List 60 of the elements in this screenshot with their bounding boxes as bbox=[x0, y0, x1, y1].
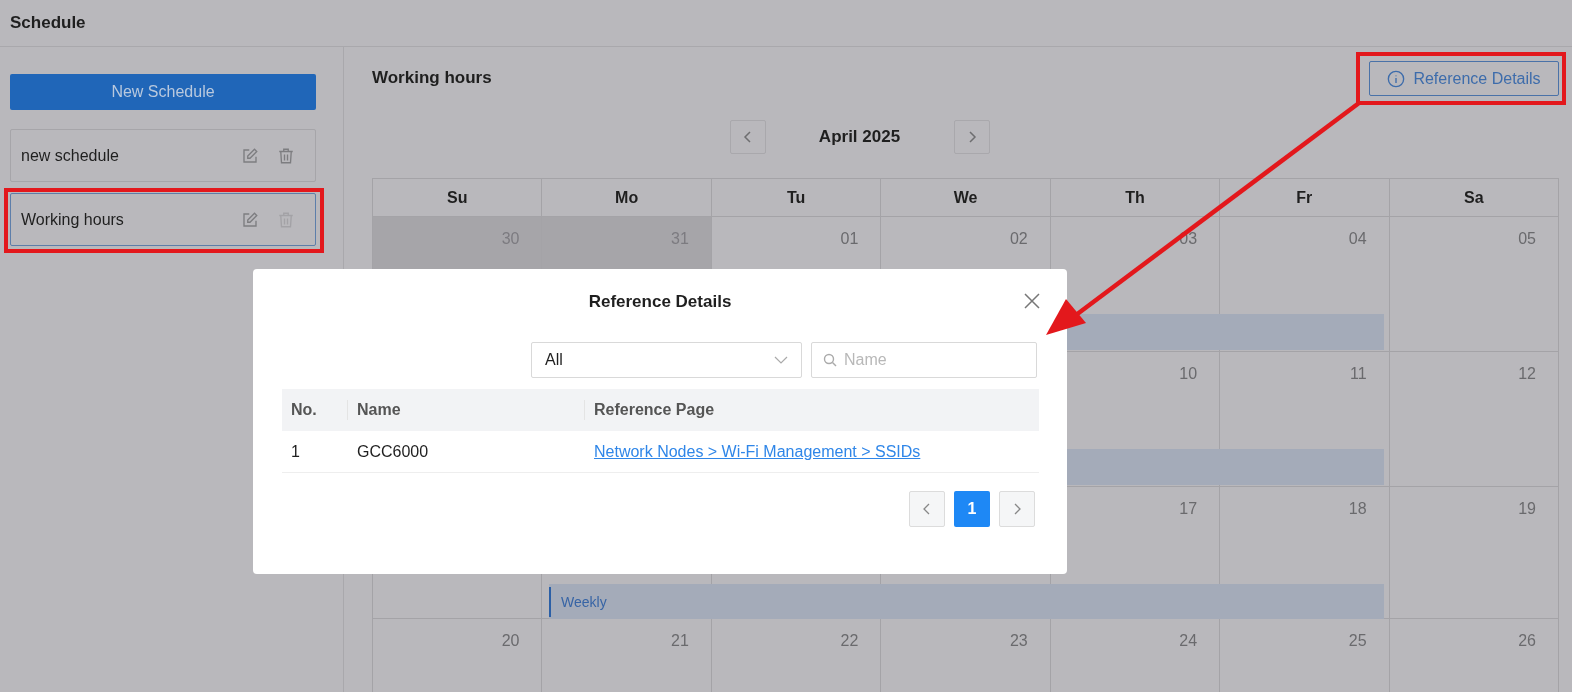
column-header: Name bbox=[357, 400, 401, 420]
day-cell[interactable]: 22 bbox=[711, 619, 882, 692]
weekday-header: Th bbox=[1125, 187, 1145, 208]
day-number: 10 bbox=[1179, 364, 1198, 382]
day-number: 24 bbox=[1179, 631, 1198, 649]
column-header: No. bbox=[291, 400, 317, 420]
event-label: Weekly bbox=[549, 587, 607, 617]
day-cell[interactable]: 23 bbox=[881, 619, 1051, 692]
chevron-left-icon bbox=[741, 131, 754, 143]
trash-icon[interactable] bbox=[277, 146, 295, 165]
search-field[interactable]: Name bbox=[811, 342, 1037, 378]
weekday-header: Su bbox=[447, 187, 468, 208]
month-label: April 2025 bbox=[817, 126, 902, 149]
search-icon bbox=[823, 353, 837, 367]
day-number: 02 bbox=[1009, 229, 1028, 247]
day-number: 26 bbox=[1518, 631, 1536, 649]
day-number: 19 bbox=[1518, 499, 1536, 517]
day-number: 25 bbox=[1348, 631, 1367, 649]
schedule-name: Working hours bbox=[21, 209, 125, 230]
day-cell[interactable]: 24 bbox=[1050, 619, 1221, 692]
chevron-left-icon bbox=[922, 503, 932, 515]
new-schedule-button[interactable]: New Schedule bbox=[10, 74, 316, 110]
day-number: 12 bbox=[1518, 364, 1536, 382]
schedule-title: Working hours bbox=[372, 67, 492, 89]
day-number: 18 bbox=[1348, 499, 1367, 517]
day-number: 23 bbox=[1009, 631, 1028, 649]
close-button[interactable] bbox=[1022, 291, 1042, 311]
chevron-down-icon bbox=[774, 356, 788, 364]
next-page-button[interactable] bbox=[999, 491, 1035, 527]
filter-select[interactable]: All bbox=[531, 342, 802, 378]
previous-page-button[interactable] bbox=[909, 491, 945, 527]
day-number: 01 bbox=[840, 229, 859, 247]
edit-icon[interactable] bbox=[241, 146, 259, 165]
page-title: Schedule bbox=[10, 12, 86, 35]
schedule-name: new schedule bbox=[21, 145, 120, 166]
device-name: GCC6000 bbox=[356, 441, 430, 462]
day-number: 17 bbox=[1179, 499, 1198, 517]
day-number: 22 bbox=[840, 631, 859, 649]
day-number: 11 bbox=[1349, 364, 1367, 382]
weekday-header: Mo bbox=[615, 187, 639, 208]
page-button[interactable]: 1 bbox=[954, 491, 990, 527]
row-number: 1 bbox=[290, 441, 301, 462]
weekday-header: We bbox=[953, 187, 978, 208]
column-header: Reference Page bbox=[594, 400, 715, 420]
weekday-header: Tu bbox=[786, 187, 806, 208]
day-number: 20 bbox=[501, 631, 520, 649]
day-number: 05 bbox=[1518, 229, 1536, 247]
weekday-header: Fr bbox=[1296, 187, 1313, 208]
previous-month-button[interactable] bbox=[729, 120, 766, 154]
event-bar[interactable]: Weekly bbox=[549, 584, 1384, 620]
weekday-header: Sa bbox=[1464, 187, 1484, 208]
day-cell[interactable]: 25 bbox=[1220, 619, 1390, 692]
reference-details-button[interactable]: Reference Details bbox=[1369, 61, 1559, 96]
info-icon bbox=[1387, 69, 1406, 88]
schedule-item[interactable]: new schedule bbox=[10, 129, 316, 182]
chevron-right-icon bbox=[1012, 503, 1022, 515]
next-month-button[interactable] bbox=[953, 120, 990, 154]
day-number: 04 bbox=[1348, 229, 1367, 247]
reference-page-link[interactable]: Network Nodes > Wi-Fi Management > SSIDs bbox=[594, 439, 921, 464]
day-number: 21 bbox=[671, 631, 689, 649]
